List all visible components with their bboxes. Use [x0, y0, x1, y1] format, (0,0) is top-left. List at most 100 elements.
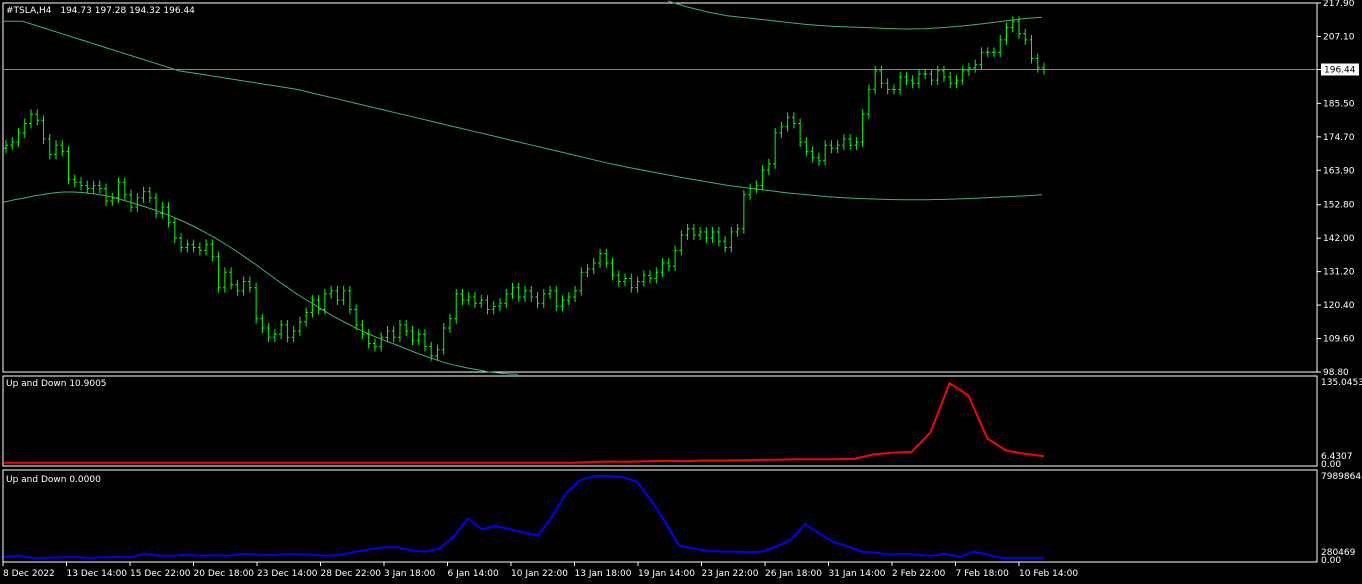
symbol-timeframe: #TSLA,H4: [6, 6, 52, 16]
time-tick-label: 28 Dec 22:00: [321, 569, 382, 579]
price-bar: [210, 239, 215, 262]
current-price-label: 196.44: [1324, 65, 1356, 75]
time-tick-label: 6 Jan 14:00: [448, 569, 500, 579]
price-bar: [673, 245, 678, 271]
price-bar: [748, 183, 753, 200]
envelope-line: [3, 20, 1043, 201]
time-tick-label: 20 Dec 18:00: [194, 569, 255, 579]
price-bar: [360, 319, 365, 340]
time-tick-label: 10 Jan 22:00: [511, 569, 568, 579]
price-bar: [335, 285, 340, 306]
price-bar: [391, 326, 396, 343]
price-bar: [960, 65, 965, 86]
price-bar: [504, 288, 509, 309]
price-bar: [585, 264, 590, 278]
price-bar: [816, 152, 821, 166]
price-bar: [172, 217, 177, 244]
price-bar: [516, 282, 521, 302]
price-bar: [566, 292, 571, 306]
price-bar: [272, 329, 277, 343]
price-bar: [91, 180, 96, 194]
price-bar: [910, 75, 915, 89]
price-bar: [60, 140, 65, 157]
time-tick-label: 3 Jan 18:00: [384, 569, 436, 579]
price-bar: [835, 140, 840, 154]
price-bar: [72, 174, 77, 188]
price-bar: [154, 192, 159, 219]
price-tick-label: 98.80: [1323, 368, 1349, 378]
price-bar: [347, 285, 352, 315]
down-indicator-line: [3, 475, 1044, 559]
down-indicator-pane[interactable]: [2, 469, 1318, 563]
price-bar: [135, 192, 140, 213]
price-bar: [760, 165, 765, 191]
price-bar: [666, 257, 671, 271]
price-bar: [635, 276, 640, 293]
up-indicator-pane[interactable]: [2, 375, 1318, 467]
price-bar: [241, 276, 246, 296]
time-tick-label: 23 Dec 14:00: [257, 569, 318, 579]
up-indicator-title: Up and Down 10.9005: [6, 379, 107, 389]
price-bar: [654, 267, 659, 284]
price-bar: [573, 285, 578, 302]
price-bar: [579, 267, 584, 296]
time-tick-label: 10 Feb 14:00: [1019, 569, 1078, 579]
price-bar: [122, 177, 127, 200]
price-bar: [704, 227, 709, 244]
main-price-pane[interactable]: [2, 2, 1318, 373]
price-tick-label: 174.70: [1323, 133, 1355, 143]
price-bar: [97, 180, 102, 194]
price-bar: [954, 75, 959, 89]
price-bar: [860, 109, 865, 148]
price-bar: [729, 227, 734, 253]
price-bar: [754, 180, 759, 194]
price-tick-label: 152.80: [1323, 201, 1355, 211]
price-bar: [648, 270, 653, 284]
price-bar: [222, 267, 227, 293]
up-indicator-line: [4, 381, 1045, 464]
price-bar: [841, 134, 846, 151]
indicator-tick-label: 7989864: [1321, 472, 1361, 482]
price-bar: [441, 323, 446, 355]
price-bar: [1023, 28, 1028, 45]
price-bar: [685, 223, 690, 241]
price-bar: [854, 137, 859, 151]
price-bar: [479, 295, 484, 309]
price-bar: [791, 112, 796, 129]
time-tick-label: 8 Dec 2022: [3, 569, 55, 579]
envelope-line: [2, 191, 519, 375]
price-bar: [47, 134, 52, 160]
price-bar: [866, 84, 871, 120]
price-tick-label: 109.60: [1323, 335, 1355, 345]
price-bar: [229, 267, 234, 290]
price-bar: [885, 78, 890, 95]
price-bar: [285, 319, 290, 343]
price-bar: [260, 313, 265, 333]
price-bar: [10, 137, 15, 151]
trading-chart[interactable]: 217.90 207.10 196.44 185.50 174.70 163.90 152.…: [0, 0, 1362, 584]
price-bar: [923, 68, 928, 79]
price-bar: [548, 285, 553, 299]
price-tick-label: 142.00: [1323, 234, 1355, 244]
price-bar: [204, 239, 209, 256]
price-bar: [316, 295, 321, 315]
price-bar: [422, 329, 427, 352]
price-bar: [110, 192, 115, 206]
price-bar: [160, 202, 165, 219]
down-indicator-title: Up and Down 0.0000: [6, 475, 101, 485]
price-bar: [491, 301, 496, 315]
price-bar: [379, 332, 384, 352]
price-bar: [304, 307, 309, 327]
price-bar: [485, 295, 490, 315]
price-bar: [354, 304, 359, 330]
price-bar: [185, 239, 190, 253]
price-bar: [804, 137, 809, 157]
price-bar: [604, 248, 609, 268]
price-bar: [460, 288, 465, 306]
price-bar: [773, 127, 778, 169]
price-bar: [4, 140, 8, 154]
price-bar: [254, 282, 259, 324]
price-bar: [741, 189, 746, 234]
price-bar: [191, 239, 196, 253]
price-bar: [898, 72, 903, 95]
